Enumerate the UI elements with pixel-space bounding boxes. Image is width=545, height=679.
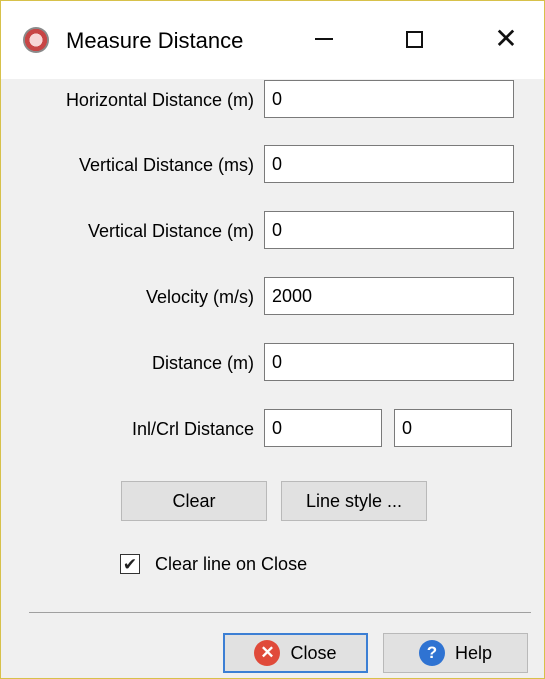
maximize-icon [405, 30, 423, 48]
minimize-icon [315, 38, 333, 40]
clear-on-close-label[interactable]: Clear line on Close [155, 554, 307, 575]
horizontal-distance-field[interactable] [264, 80, 514, 118]
help-button[interactable]: ? Help [383, 633, 528, 673]
inl-distance-field[interactable] [264, 409, 382, 447]
vertical-distance-m-field[interactable] [264, 211, 514, 249]
close-button-label: Close [290, 642, 337, 663]
checkmark-icon: ✔ [122, 554, 138, 574]
line-style-button-label: Line style ... [305, 490, 403, 511]
measure-distance-window: Measure Distance ✕ Horizontal Distance (… [0, 0, 545, 679]
velocity-label: Velocity (m/s) [145, 287, 254, 307]
help-button-label: Help [454, 642, 493, 663]
vertical-distance-m-label: Vertical Distance (m) [87, 221, 254, 241]
footer-divider [29, 612, 531, 613]
crl-distance-field[interactable] [394, 409, 512, 447]
velocity-field[interactable] [264, 277, 514, 315]
inl-crl-distance-label: Inl/Crl Distance [131, 419, 254, 439]
help-circle-icon: ? [418, 640, 445, 666]
close-button[interactable]: ✕ Close [223, 633, 368, 673]
window-title: Measure Distance [66, 28, 244, 53]
close-icon: ✕ [494, 23, 518, 54]
clear-button-label: Clear [172, 490, 216, 511]
close-circle-icon: ✕ [254, 640, 281, 666]
title-bar: Measure Distance ✕ [1, 1, 544, 79]
clear-button[interactable]: Clear [121, 481, 267, 521]
vertical-distance-ms-field[interactable] [264, 145, 514, 183]
horizontal-distance-label: Horizontal Distance (m) [65, 90, 254, 110]
clear-on-close-checkbox[interactable]: ✔ [120, 554, 140, 574]
line-style-button[interactable]: Line style ... [281, 481, 427, 521]
vertical-distance-ms-label: Vertical Distance (ms) [78, 155, 254, 175]
distance-field[interactable] [264, 343, 514, 381]
app-icon [23, 27, 49, 53]
distance-label: Distance (m) [151, 353, 254, 373]
minimize-button[interactable] [301, 19, 347, 59]
window-close-button[interactable]: ✕ [483, 19, 529, 59]
maximize-button[interactable] [391, 19, 437, 59]
